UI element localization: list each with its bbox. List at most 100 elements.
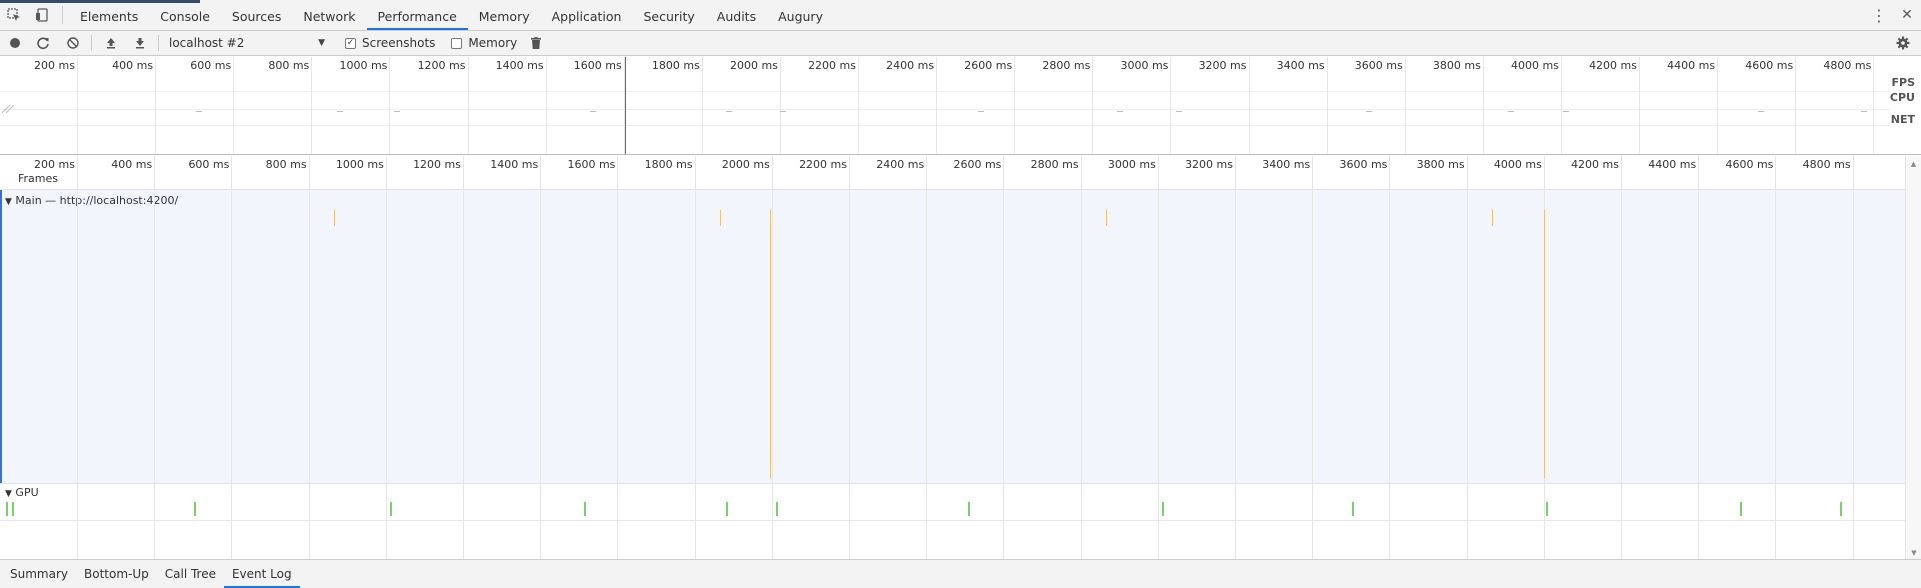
more-options-icon[interactable]: ⋮ [1865, 0, 1893, 30]
details-tab-event-log[interactable]: Event Log [223, 560, 300, 588]
timeline-ruler-tick-label: 3000 ms [1107, 158, 1156, 171]
main-track-header[interactable]: ▼ Main — http://localhost:4200/ [5, 194, 178, 207]
overview-ruler-tick-label: 4600 ms [1745, 59, 1794, 72]
load-profile-button[interactable] [96, 31, 125, 55]
gpu-task-mark[interactable] [12, 502, 14, 516]
overview-ruler-gridline [1795, 57, 1797, 154]
save-profile-button[interactable] [125, 31, 154, 55]
timeline-ruler-gridline [1621, 156, 1622, 559]
timeline-ruler-tick-label: 600 ms [188, 158, 230, 171]
tab-application[interactable]: Application [541, 0, 633, 30]
main-thread-task-mark[interactable] [334, 210, 335, 226]
record-button[interactable] [0, 31, 29, 55]
flame-chart-scrollbar[interactable]: ▲ ▼ [1905, 156, 1921, 559]
timeline-ruler-gridline [463, 156, 464, 559]
details-tab-summary[interactable]: Summary [2, 560, 76, 588]
reload-record-button[interactable] [29, 31, 58, 55]
memory-checkbox[interactable]: Memory [451, 36, 517, 50]
timeline-ruler-gridline [1003, 156, 1005, 559]
gpu-task-mark[interactable] [1740, 502, 1742, 516]
overview-ruler-tick-label: 4800 ms [1823, 59, 1872, 72]
timeline-ruler-gridline [849, 156, 850, 559]
overview-activity-mark [726, 111, 732, 112]
expand-triangle-icon[interactable]: ▼ [5, 489, 12, 499]
timeline-ruler-tick-label: 4800 ms [1802, 158, 1851, 171]
gpu-task-mark[interactable] [6, 502, 8, 516]
overview-ruler-tick-label: 2400 ms [886, 59, 935, 72]
profile-select[interactable]: localhost #2 ▼ [169, 34, 329, 52]
gpu-task-mark[interactable] [1162, 502, 1164, 516]
overview-ruler-gridline [936, 57, 938, 154]
tab-network[interactable]: Network [292, 0, 366, 30]
scroll-up-icon[interactable]: ▲ [1906, 160, 1921, 168]
gpu-task-mark[interactable] [584, 502, 586, 516]
timeline-ruler-gridline [771, 156, 773, 559]
overview-ruler-tick-label: 200 ms [34, 59, 75, 72]
toolbar-separator [62, 6, 63, 24]
device-toolbar-icon[interactable] [28, 0, 56, 30]
overview-ruler-tick-label: 3800 ms [1432, 59, 1481, 72]
main-thread-task-mark[interactable] [1544, 210, 1545, 478]
main-thread-task-mark[interactable] [1492, 210, 1493, 226]
capture-settings-button[interactable] [1888, 31, 1917, 55]
tab-augury[interactable]: Augury [767, 0, 834, 30]
screenshots-checkbox-box[interactable]: ✓ [345, 37, 356, 49]
overview-ruler-tick-label: 3000 ms [1120, 59, 1169, 72]
details-tab-call-tree[interactable]: Call Tree [157, 560, 224, 588]
overview-activity-mark [337, 111, 343, 112]
reload-icon [37, 36, 49, 49]
main-thread-task-mark[interactable] [1106, 210, 1107, 226]
main-thread-task-mark[interactable] [720, 210, 721, 226]
timeline-ruler-tick-label: 400 ms [111, 158, 153, 171]
tab-sources[interactable]: Sources [221, 0, 292, 30]
toolbar-separator [91, 35, 92, 51]
gpu-task-mark[interactable] [194, 502, 196, 516]
gpu-task-mark[interactable] [1546, 502, 1548, 516]
overview-ruler-gridline [1717, 57, 1719, 154]
clear-button[interactable] [58, 31, 87, 55]
details-tab-bottom-up[interactable]: Bottom-Up [76, 560, 157, 588]
performance-toolbar: localhost #2 ▼ ✓ Screenshots Memory [0, 31, 1921, 56]
tab-elements[interactable]: Elements [69, 0, 149, 30]
gpu-task-mark[interactable] [390, 502, 392, 516]
gpu-track-header[interactable]: ▼ GPU [5, 486, 39, 499]
gpu-task-mark[interactable] [776, 502, 778, 516]
frames-track-label[interactable]: Frames [18, 172, 58, 185]
timeline-ruler-gridline [1080, 156, 1082, 559]
track-divider [0, 483, 1905, 484]
tab-security[interactable]: Security [632, 0, 705, 30]
upload-icon [106, 38, 115, 49]
overview-start-hatch [2, 104, 15, 113]
overview-ruler-tick-label: 2800 ms [1042, 59, 1091, 72]
close-devtools-icon[interactable]: ✕ [1893, 0, 1921, 30]
timeline-ruler-gridline [1157, 156, 1159, 559]
memory-checkbox-box[interactable] [451, 37, 463, 49]
tab-performance[interactable]: Performance [366, 0, 468, 30]
timeline-ruler-gridline [926, 156, 928, 559]
gpu-task-mark[interactable] [968, 502, 970, 516]
timeline-ruler-tick-label: 800 ms [265, 158, 307, 171]
overview-ruler-tick-label: 3200 ms [1198, 59, 1247, 72]
inspect-element-icon[interactable] [0, 0, 28, 30]
collect-garbage-button[interactable] [521, 31, 550, 55]
gpu-task-mark[interactable] [726, 502, 728, 516]
timeline-ruler-tick-label: 2200 ms [799, 158, 847, 171]
scroll-down-icon[interactable]: ▼ [1906, 549, 1921, 557]
overview-divider [0, 125, 1890, 126]
screenshots-checkbox[interactable]: ✓ Screenshots [345, 36, 435, 50]
gpu-task-mark[interactable] [1352, 502, 1354, 516]
flame-chart[interactable]: Frames ▼ Main — http://localhost:4200/ ▼… [0, 156, 1905, 559]
timeline-overview[interactable]: FPS CPU NET 200 ms 400 ms 600 ms 800 ms 1000… [0, 57, 1921, 155]
overview-ruler-gridline [858, 57, 859, 154]
profile-select-value: localhost #2 [169, 36, 245, 50]
gpu-task-mark[interactable] [1840, 502, 1842, 516]
expand-triangle-icon[interactable]: ▼ [5, 197, 12, 207]
main-thread-task-mark[interactable] [770, 210, 771, 478]
timeline-ruler-tick-label: 2800 ms [1030, 158, 1079, 171]
tab-audits[interactable]: Audits [706, 0, 767, 30]
overview-activity-mark [394, 111, 400, 112]
overview-ruler-gridline [545, 57, 547, 154]
tab-memory[interactable]: Memory [468, 0, 541, 30]
tab-console[interactable]: Console [149, 0, 221, 30]
overview-ruler-gridline [155, 57, 157, 154]
